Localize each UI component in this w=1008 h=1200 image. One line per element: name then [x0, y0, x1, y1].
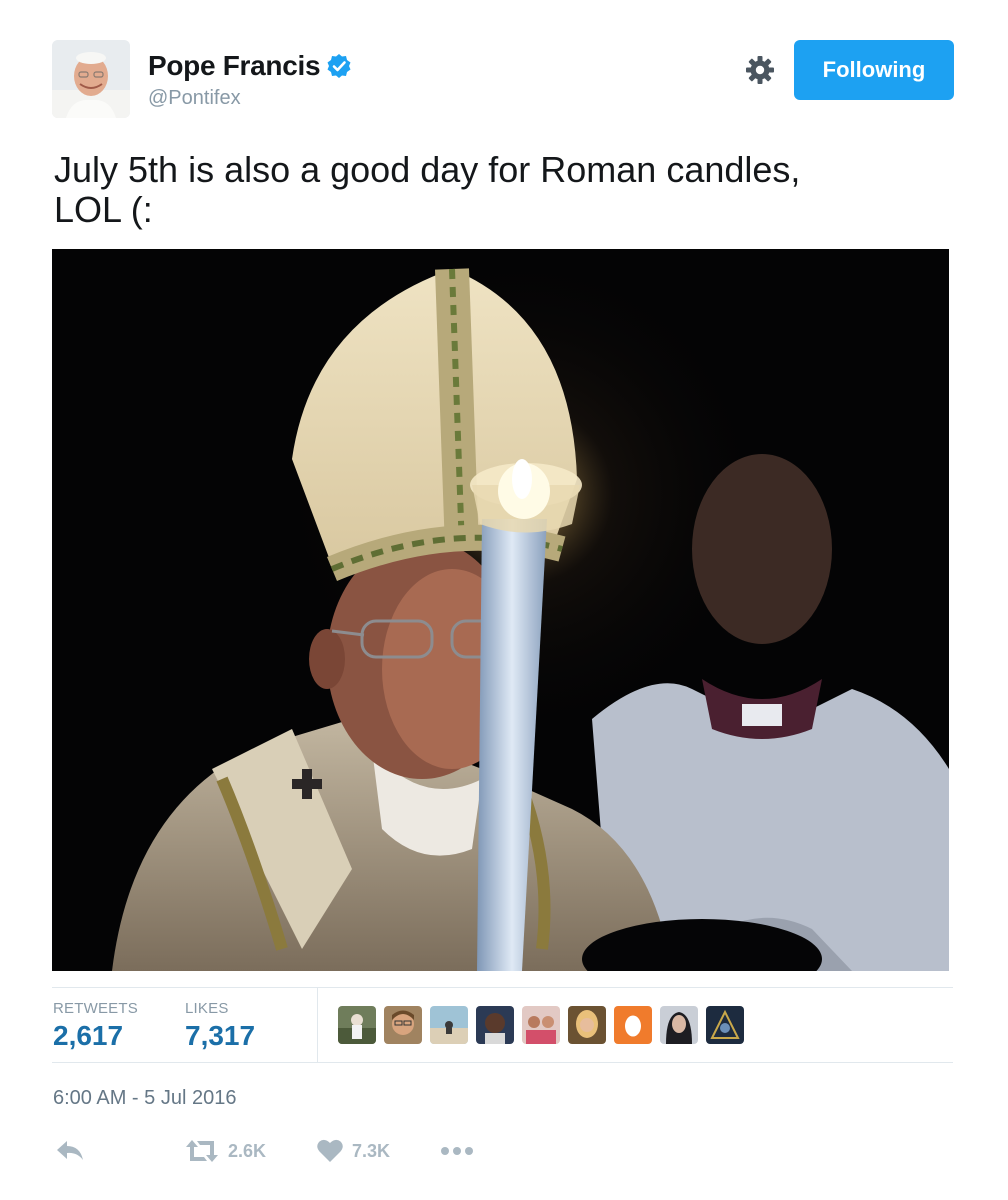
tweet-text: July 5th is also a good day for Roman ca…: [54, 149, 801, 230]
user-name-row[interactable]: Pope Francis: [148, 50, 352, 82]
liker-avatar[interactable]: [660, 1006, 698, 1044]
tweet-card: Pope Francis @Pontifex Following July 5t…: [0, 0, 1008, 1200]
likers-avatar-list: [338, 1006, 744, 1044]
liker-avatar[interactable]: [522, 1006, 560, 1044]
retweets-count[interactable]: 2,617: [53, 1020, 123, 1052]
tweet-photo[interactable]: [52, 249, 949, 971]
liker-avatar[interactable]: [430, 1006, 468, 1044]
retweet-count: 2.6K: [228, 1140, 267, 1161]
following-button[interactable]: Following: [794, 40, 954, 100]
liker-avatar[interactable]: [338, 1006, 376, 1044]
user-avatar[interactable]: [52, 40, 130, 118]
more-button[interactable]: [440, 1136, 474, 1166]
heart-icon: [317, 1139, 343, 1162]
reply-button[interactable]: [55, 1136, 85, 1166]
more-icon: [441, 1147, 473, 1155]
reply-icon: [57, 1141, 83, 1160]
likes-count[interactable]: 7,317: [185, 1020, 255, 1052]
photo-image: [52, 249, 949, 971]
likes-label: LIKES: [185, 1000, 229, 1017]
display-name[interactable]: Pope Francis: [148, 50, 321, 82]
verified-badge-icon: [326, 53, 352, 79]
like-count: 7.3K: [352, 1140, 391, 1161]
gear-icon[interactable]: [742, 52, 778, 88]
tweet-timestamp[interactable]: 6:00 AM - 5 Jul 2016: [53, 1087, 236, 1110]
liker-avatar[interactable]: [568, 1006, 606, 1044]
stats-top-divider: [52, 987, 953, 988]
stats-separator: [317, 988, 318, 1062]
stats-bottom-divider: [52, 1062, 953, 1063]
liker-avatar[interactable]: [476, 1006, 514, 1044]
like-button[interactable]: 7.3K: [316, 1136, 390, 1166]
liker-avatar[interactable]: [706, 1006, 744, 1044]
user-handle[interactable]: @Pontifex: [148, 87, 241, 110]
retweet-button[interactable]: 2.6K: [184, 1136, 266, 1166]
egg-avatar-icon[interactable]: [614, 1006, 652, 1044]
retweets-label: RETWEETS: [53, 1000, 138, 1017]
avatar-image: [52, 40, 130, 118]
liker-avatar[interactable]: [384, 1006, 422, 1044]
retweet-icon: [186, 1140, 218, 1162]
